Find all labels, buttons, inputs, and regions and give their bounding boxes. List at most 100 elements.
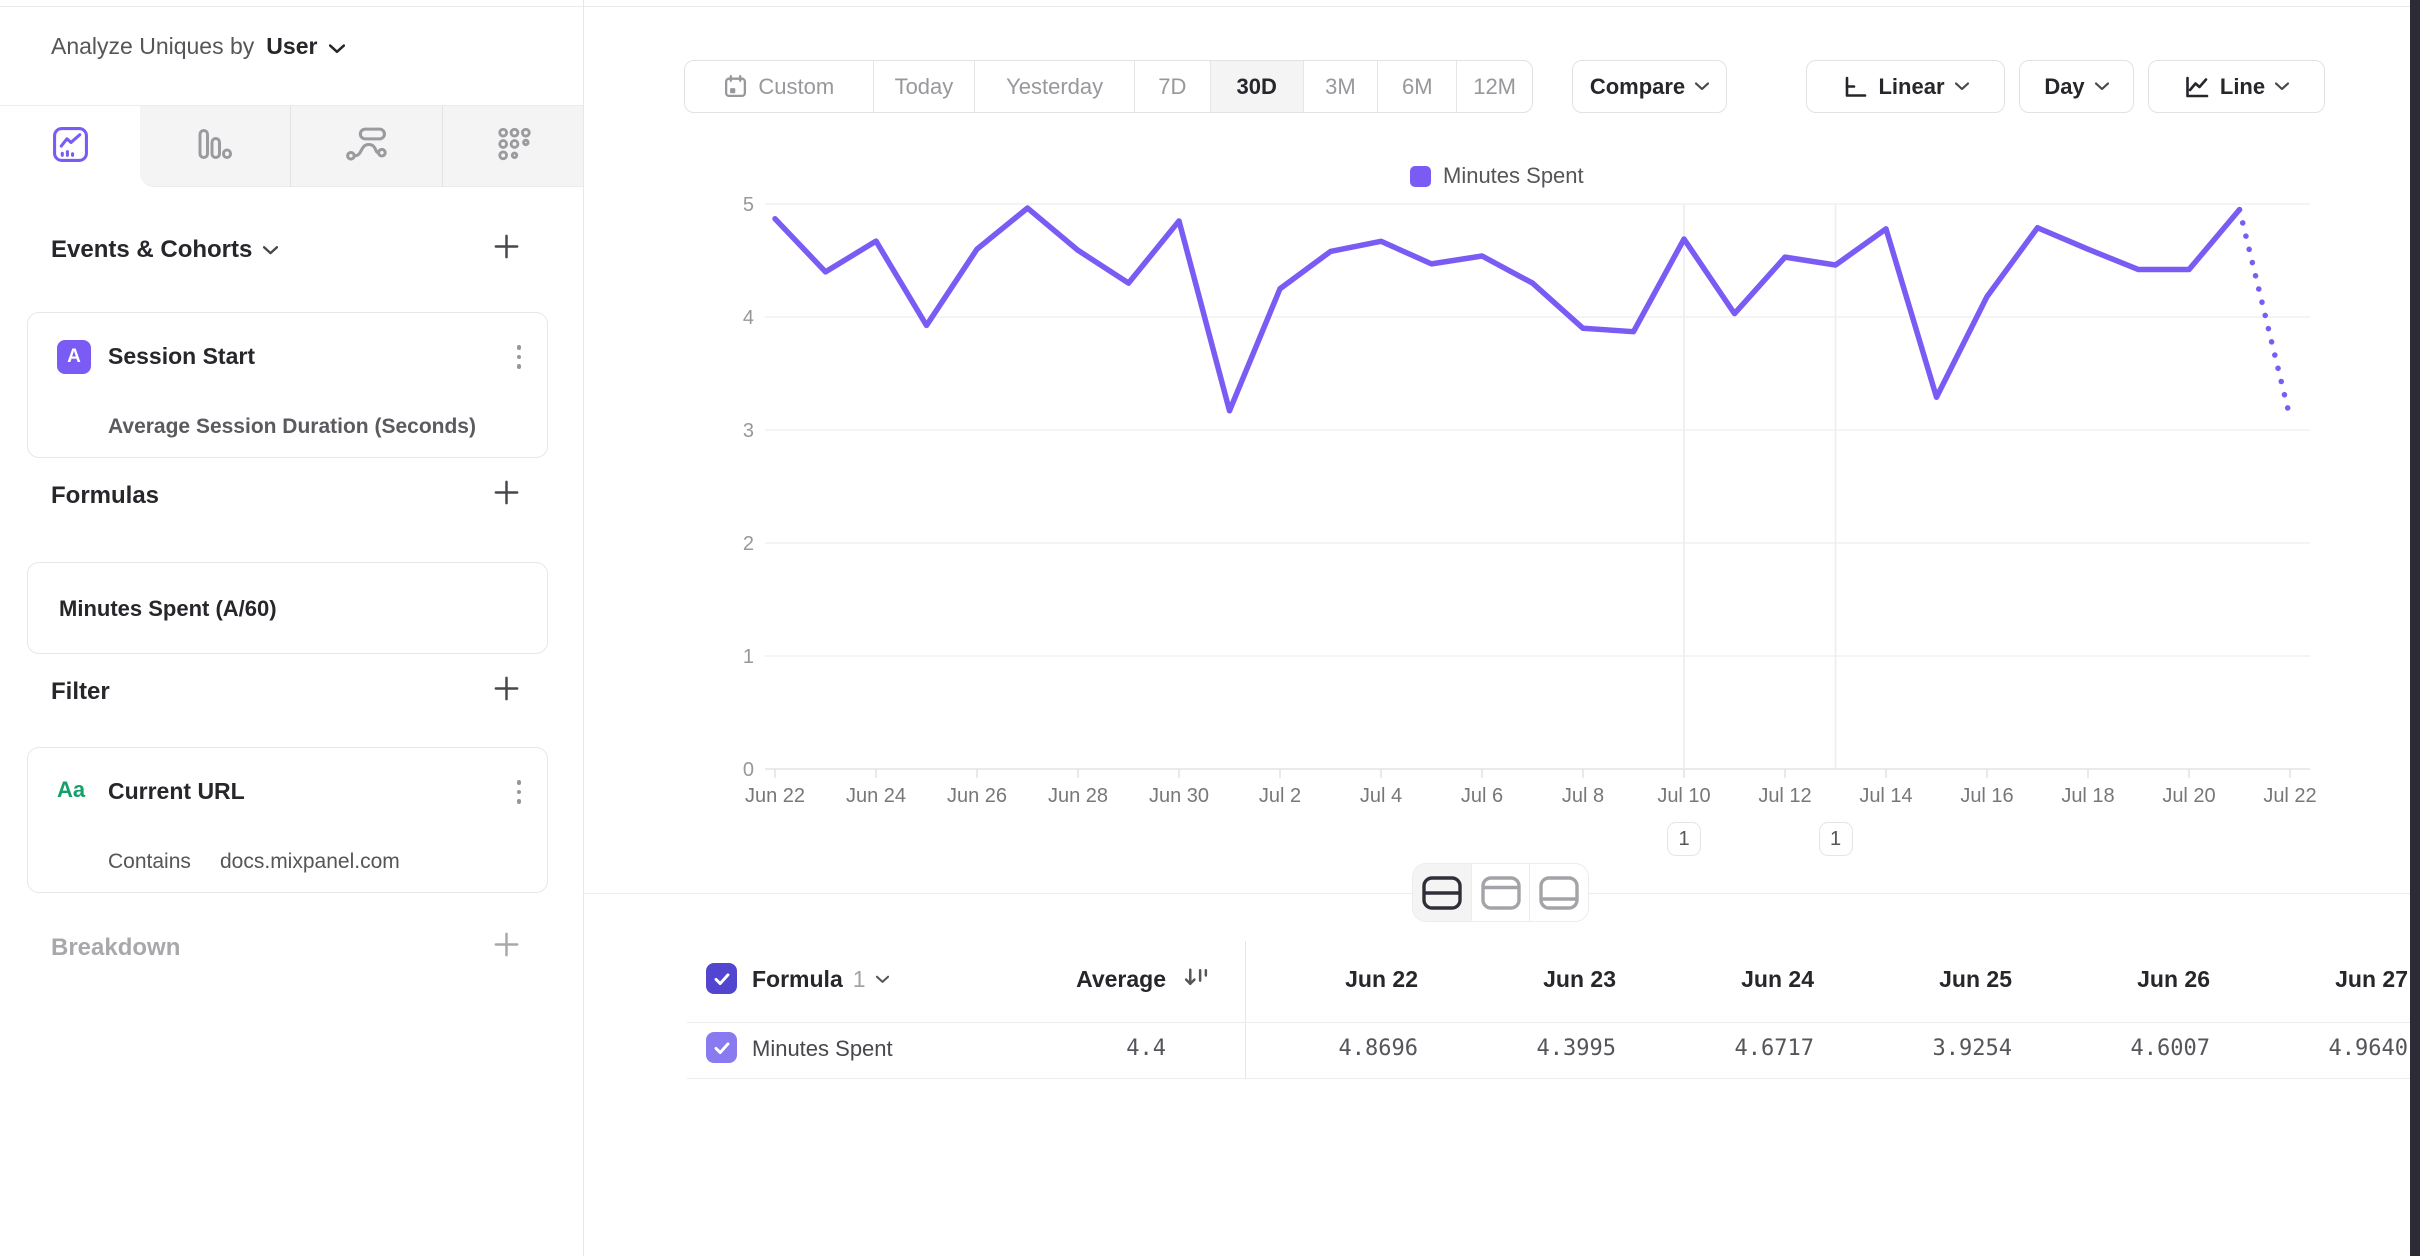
- date-column-header[interactable]: Jun 25: [1814, 966, 2012, 993]
- x-axis-tick-label: Jun 30: [1149, 785, 1209, 807]
- formula-header-label: Formula: [752, 966, 843, 993]
- date-range-today[interactable]: Today: [874, 61, 976, 112]
- x-axis-tick-label: Jun 24: [846, 785, 906, 807]
- add-event-button[interactable]: [492, 232, 520, 260]
- annotation-marker-jul-13[interactable]: 1: [1819, 822, 1853, 856]
- filter-value[interactable]: docs.mixpanel.com: [220, 850, 400, 874]
- filter-title: Filter: [51, 678, 110, 706]
- series-line-minutes-spent[interactable]: [775, 208, 2240, 411]
- line-chart[interactable]: 543210Jun 22Jun 24Jun 26Jun 28Jun 30Jul …: [583, 150, 2410, 870]
- date-range-label: 6M: [1402, 74, 1433, 100]
- table-row-average: 4.4: [966, 1036, 1166, 1061]
- event-aggregation[interactable]: Average Session Duration (Seconds): [108, 415, 476, 439]
- annotation-marker-jul-10[interactable]: 1: [1667, 822, 1701, 856]
- date-range-label: 30D: [1236, 74, 1276, 100]
- x-axis-tick-label: Jul 18: [2061, 785, 2114, 807]
- events-cohorts-title: Events & Cohorts: [51, 236, 252, 264]
- formula-expression[interactable]: Minutes Spent (A/60): [59, 563, 277, 655]
- granularity-label: Day: [2044, 74, 2084, 100]
- add-filter-button[interactable]: [492, 674, 520, 702]
- breakdown-header: Breakdown: [51, 934, 180, 962]
- sort-descending-icon[interactable]: [1183, 965, 1210, 994]
- date-range-label: 12M: [1473, 74, 1516, 100]
- table-cell-value: 4.9640: [2210, 1036, 2408, 1061]
- x-axis-tick-label: Jul 20: [2162, 785, 2215, 807]
- date-range-30d[interactable]: 30D: [1211, 61, 1304, 112]
- y-axis-tick-label: 3: [743, 420, 754, 442]
- date-range-yesterday[interactable]: Yesterday: [975, 61, 1135, 112]
- y-axis-tick-label: 0: [743, 759, 754, 781]
- date-range-label: Custom: [758, 74, 834, 100]
- tab-retention[interactable]: [444, 106, 584, 187]
- select-all-checkbox[interactable]: [706, 963, 737, 994]
- granularity-button[interactable]: Day: [2019, 60, 2134, 113]
- date-range-label: Today: [895, 74, 954, 100]
- date-column-headers: Jun 22Jun 23Jun 24Jun 25Jun 26Jun 27: [1220, 966, 2408, 993]
- date-column-header[interactable]: Jun 26: [2012, 966, 2210, 993]
- x-axis-tick-label: Jun 28: [1048, 785, 1108, 807]
- date-range-12m[interactable]: 12M: [1457, 61, 1532, 112]
- scale-button[interactable]: Linear: [1806, 60, 2005, 113]
- date-column-header[interactable]: Jun 27: [2210, 966, 2408, 993]
- kebab-menu-icon[interactable]: [517, 780, 522, 804]
- bar-chart-icon: [197, 128, 233, 166]
- date-range-3m[interactable]: 3M: [1304, 61, 1379, 112]
- event-card-session-start[interactable]: A Session Start Average Session Duration…: [27, 312, 548, 458]
- tab-insights[interactable]: [0, 106, 140, 187]
- add-formula-button[interactable]: [492, 478, 520, 506]
- line-chart-icon: [2184, 74, 2210, 100]
- tab-flows[interactable]: [296, 106, 436, 187]
- formulas-title: Formulas: [51, 482, 159, 510]
- date-range-7d[interactable]: 7D: [1135, 61, 1211, 112]
- x-axis-tick-label: Jun 22: [745, 785, 805, 807]
- x-axis-tick-label: Jul 12: [1758, 785, 1811, 807]
- kebab-menu-icon[interactable]: [517, 345, 522, 369]
- row-checkbox-minutes-spent[interactable]: [706, 1032, 737, 1063]
- x-axis-tick-label: Jul 6: [1461, 785, 1503, 807]
- x-axis-tick-label: Jun 26: [947, 785, 1007, 807]
- chevron-down-icon: [1955, 82, 1969, 91]
- breakdown-title: Breakdown: [51, 934, 180, 962]
- formula-column-header[interactable]: Formula 1: [752, 966, 889, 993]
- formula-card[interactable]: Minutes Spent (A/60): [27, 562, 548, 654]
- filter-operator[interactable]: Contains: [108, 850, 191, 874]
- analyze-uniques-value-dropdown[interactable]: User: [266, 33, 317, 60]
- compare-label: Compare: [1590, 74, 1685, 100]
- toggle-chart-top-view[interactable]: [1472, 864, 1531, 921]
- date-column-header[interactable]: Jun 22: [1220, 966, 1418, 993]
- chevron-down-icon: [263, 246, 278, 255]
- formula-header-number: 1: [853, 966, 866, 993]
- table-cell-value: 4.8696: [1220, 1036, 1418, 1061]
- scale-label: Linear: [1878, 74, 1944, 100]
- date-range-6m[interactable]: 6M: [1378, 61, 1457, 112]
- date-column-header[interactable]: Jun 24: [1616, 966, 1814, 993]
- date-range-label: 3M: [1325, 74, 1356, 100]
- add-breakdown-button[interactable]: [492, 930, 520, 958]
- tab-bar-chart[interactable]: [145, 106, 285, 187]
- filter-card-current-url[interactable]: Aa Current URL Contains docs.mixpanel.co…: [27, 747, 548, 893]
- chart-top-view-icon: [1480, 875, 1522, 911]
- chart-type-button[interactable]: Line: [2148, 60, 2325, 113]
- date-column-header[interactable]: Jun 23: [1418, 966, 1616, 993]
- events-cohorts-header[interactable]: Events & Cohorts: [51, 236, 278, 264]
- analyze-uniques-row: Analyze Uniques by User: [51, 33, 345, 60]
- filter-property: Current URL: [108, 778, 245, 805]
- insights-report-page: Analyze Uniques by User: [0, 0, 2420, 1256]
- date-range-custom[interactable]: Custom: [685, 61, 874, 112]
- compare-button[interactable]: Compare: [1572, 60, 1727, 113]
- table-cell-value: 4.3995: [1418, 1036, 1616, 1061]
- average-column-header[interactable]: Average: [966, 966, 1166, 993]
- toggle-split-view[interactable]: [1413, 864, 1472, 921]
- event-title: Session Start: [108, 343, 255, 370]
- x-axis-tick-label: Jul 16: [1960, 785, 2013, 807]
- table-header-separator: [687, 1022, 2410, 1023]
- right-edge-panel-bar[interactable]: [2410, 0, 2420, 1256]
- table-bottom-view-icon: [1538, 875, 1580, 911]
- filter-header: Filter: [51, 678, 110, 706]
- toggle-table-bottom-view[interactable]: [1530, 864, 1588, 921]
- linear-axis-icon: [1842, 74, 1868, 100]
- series-line-incomplete-segment: [2240, 210, 2291, 418]
- chevron-down-icon[interactable]: [329, 33, 345, 60]
- plus-icon: [493, 479, 520, 506]
- x-axis-tick-label: Jul 22: [2263, 785, 2316, 807]
